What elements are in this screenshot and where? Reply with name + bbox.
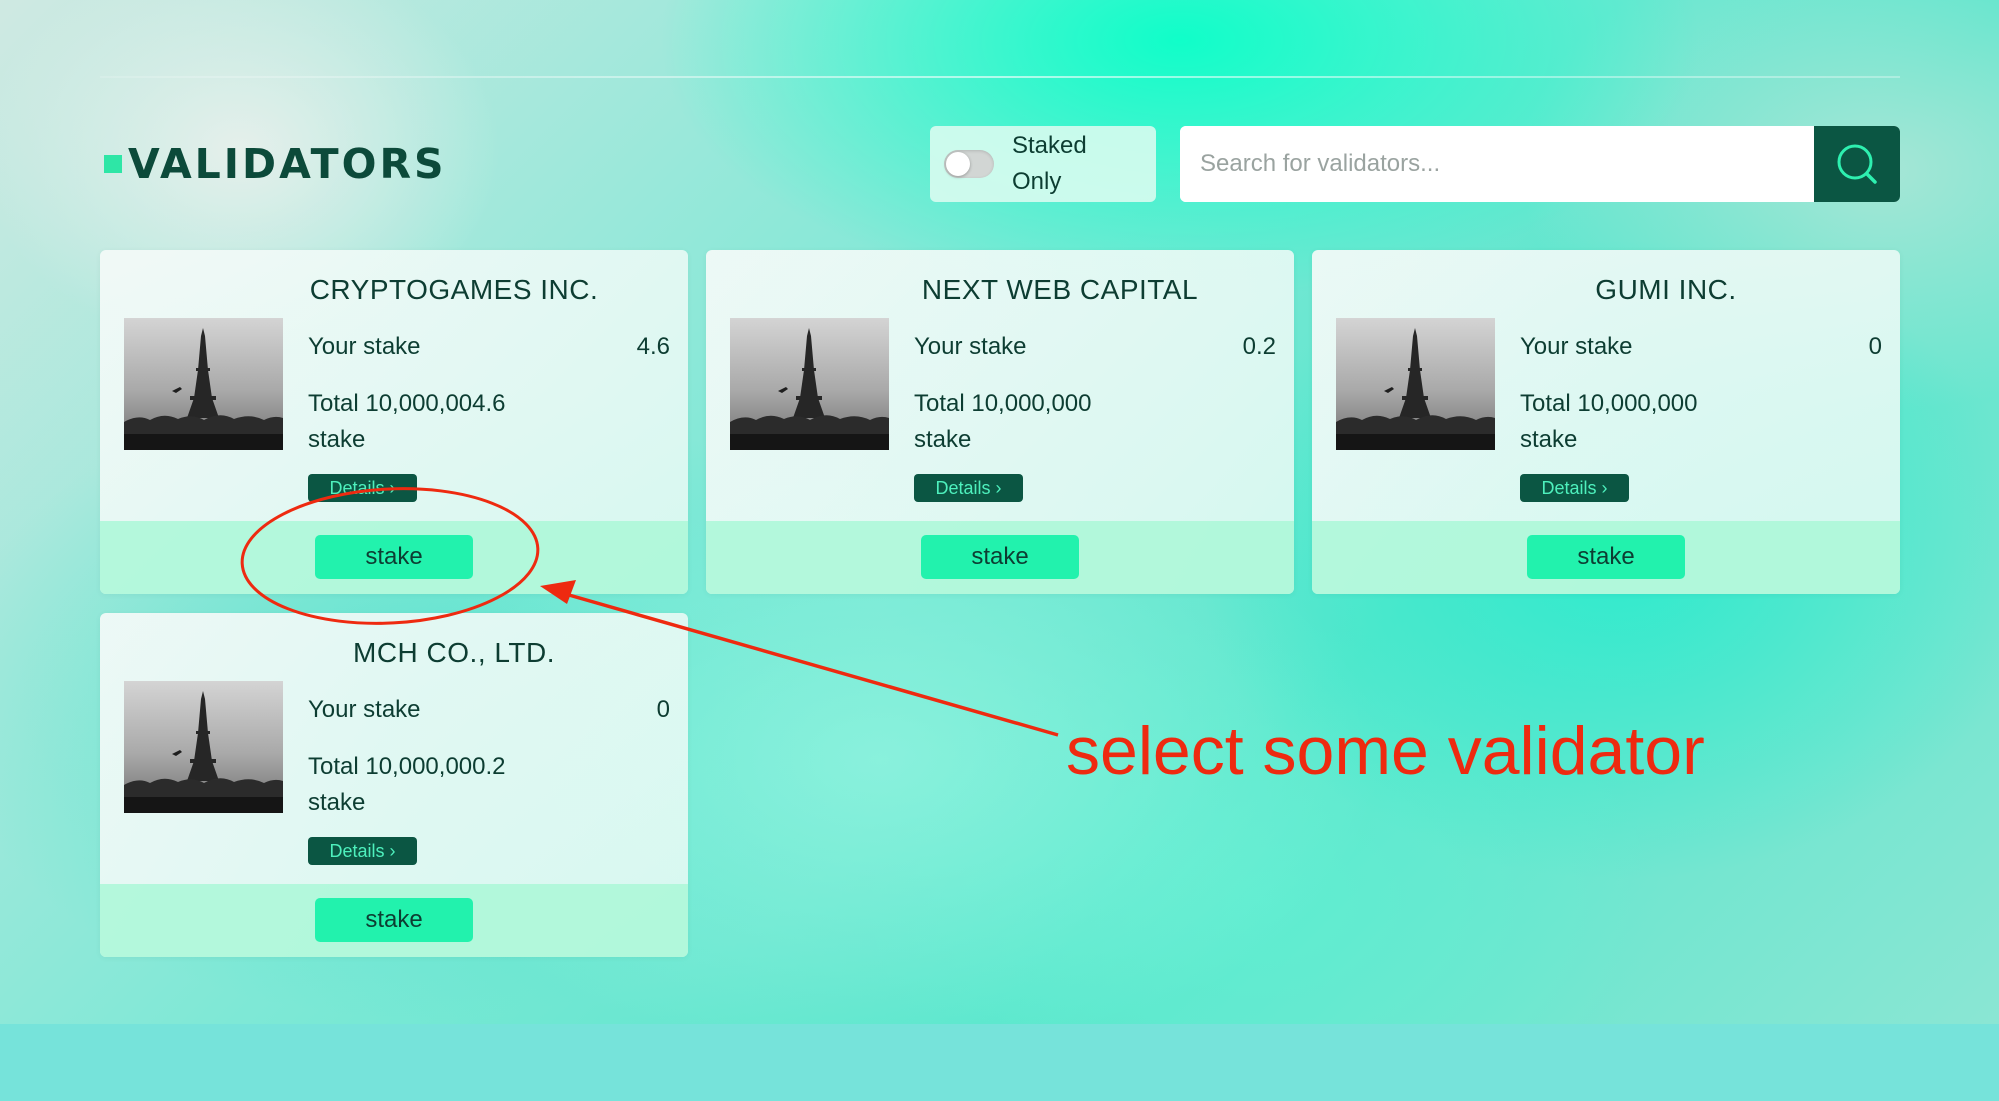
top-divider: [100, 76, 1900, 78]
card-footer: stake: [1312, 521, 1900, 594]
your-stake-value: 0.2: [1242, 333, 1276, 360]
search-input[interactable]: [1180, 126, 1814, 202]
stake-button[interactable]: stake: [315, 898, 473, 942]
page-header: VALIDATORS: [104, 140, 447, 188]
validator-card[interactable]: CRYPTOGAMES INC. Your stake 4.6 Total 10…: [100, 250, 688, 594]
search-bar: [1180, 126, 1900, 202]
card-footer: stake: [706, 521, 1294, 594]
search-button[interactable]: [1814, 126, 1900, 202]
stake-button[interactable]: stake: [921, 535, 1079, 579]
validator-logo: [730, 318, 889, 450]
validator-card[interactable]: GUMI INC. Your stake 0 Total 10,000,000 …: [1312, 250, 1900, 594]
stake-button[interactable]: stake: [1527, 535, 1685, 579]
toggle-switch[interactable]: [944, 150, 994, 178]
validator-logo: [1336, 318, 1495, 450]
validator-name: GUMI INC.: [1595, 274, 1737, 305]
card-footer: stake: [100, 521, 688, 594]
total-stake: Total 10,000,004.6 stake: [308, 390, 506, 453]
total-stake: Total 10,000,000.2 stake: [308, 753, 506, 816]
validator-logo: [124, 681, 283, 813]
your-stake-value: 0: [1868, 333, 1882, 360]
validator-card[interactable]: NEXT WEB CAPITAL Your stake 0.2 Total 10…: [706, 250, 1294, 594]
search-icon: [1837, 144, 1877, 184]
title-accent-square: [104, 155, 122, 173]
your-stake-label: Your stake: [308, 333, 421, 360]
details-button[interactable]: Details ›: [914, 474, 1023, 502]
your-stake-label: Your stake: [914, 333, 1027, 360]
validator-name: CRYPTOGAMES INC.: [309, 274, 599, 305]
validator-name: MCH CO., LTD.: [353, 637, 555, 668]
your-stake-label: Your stake: [308, 696, 421, 723]
toggle-label: Staked Only: [1012, 132, 1087, 195]
stake-button[interactable]: stake: [315, 535, 473, 579]
annotation-label: select some validator: [1066, 713, 1705, 789]
total-stake: Total 10,000,000 stake: [914, 390, 1092, 453]
your-stake-value: 4.6: [636, 333, 670, 360]
card-footer: stake: [100, 884, 688, 957]
footer-bar: [0, 1024, 1999, 1101]
toggle-knob: [946, 152, 970, 176]
total-stake: Total 10,000,000 stake: [1520, 390, 1698, 453]
validator-card[interactable]: MCH CO., LTD. Your stake 0 Total 10,000,…: [100, 613, 688, 957]
details-button[interactable]: Details ›: [1520, 474, 1629, 502]
your-stake-value: 0: [656, 696, 670, 723]
page-title: VALIDATORS: [128, 140, 447, 188]
your-stake-label: Your stake: [1520, 333, 1633, 360]
details-button[interactable]: Details ›: [308, 837, 417, 865]
validator-name: NEXT WEB CAPITAL: [921, 274, 1199, 305]
staked-only-toggle[interactable]: Staked Only: [930, 126, 1156, 202]
validator-logo: [124, 318, 283, 450]
details-button[interactable]: Details ›: [308, 474, 417, 502]
